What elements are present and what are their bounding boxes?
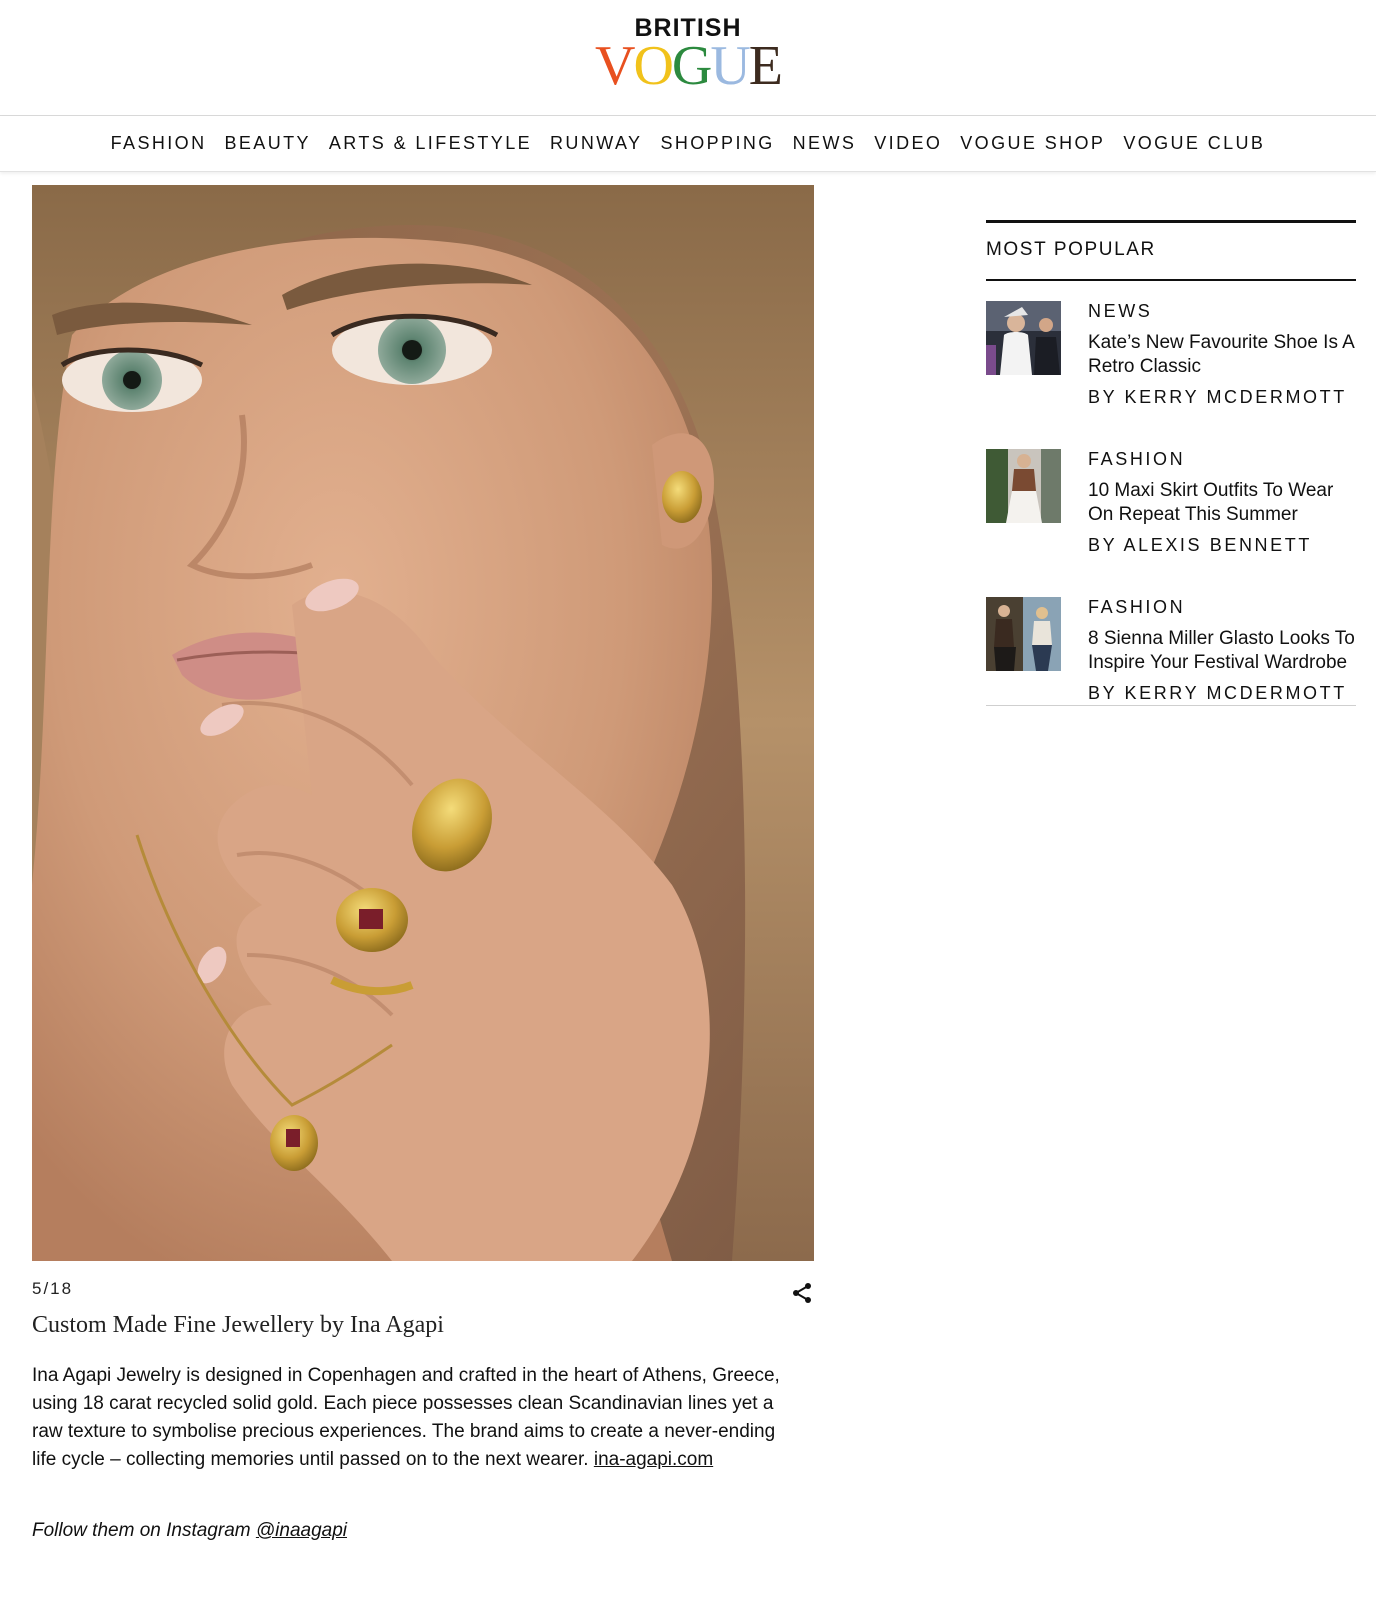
gallery-photo-illustration (32, 185, 814, 1261)
nav-item-video[interactable]: VIDEO (874, 133, 942, 154)
nav-item-shopping[interactable]: SHOPPING (660, 133, 774, 154)
logo-letter-v: V (594, 35, 635, 97)
story-category[interactable]: NEWS (1088, 301, 1152, 322)
popular-story[interactable]: FASHION 10 Maxi Skirt Outfits To Wear On… (986, 429, 1356, 577)
story-category[interactable]: FASHION (1088, 449, 1185, 470)
nav-item-fashion[interactable]: FASHION (111, 133, 207, 154)
popular-story[interactable]: NEWS Kate’s New Favourite Shoe Is A Retr… (986, 281, 1356, 429)
most-popular-heading: MOST POPULAR (986, 239, 1156, 260)
instagram-handle-link[interactable]: @inaagapi (256, 1520, 347, 1541)
story-author[interactable]: BY KERRY MCDERMOTT (1088, 683, 1347, 704)
gallery-caption-title: Custom Made Fine Jewellery by Ina Agapi (32, 1312, 444, 1338)
logo-letter-g: G (671, 35, 712, 97)
logo-letter-u: U (710, 35, 750, 97)
logo-letter-o: O (633, 35, 673, 97)
instagram-follow: Follow them on Instagram @inaagapi (32, 1520, 347, 1542)
share-icon[interactable] (790, 1281, 814, 1305)
most-popular-sidebar: MOST POPULAR NEWS Kate’s New Favourite S… (986, 220, 1356, 706)
site-header: BRITISH VOGUE (0, 0, 1376, 116)
story-title[interactable]: 10 Maxi Skirt Outfits To Wear On Repeat … (1088, 479, 1356, 527)
logo-letter-e: E (748, 35, 783, 97)
story-category[interactable]: FASHION (1088, 597, 1185, 618)
nav-item-vogue-club[interactable]: VOGUE CLUB (1123, 133, 1265, 154)
story-author[interactable]: BY ALEXIS BENNETT (1088, 535, 1312, 556)
story-title[interactable]: 8 Sienna Miller Glasto Looks To Inspire … (1088, 627, 1356, 675)
nav-item-news[interactable]: NEWS (793, 133, 857, 154)
story-thumbnail[interactable] (986, 449, 1061, 523)
story-title[interactable]: Kate’s New Favourite Shoe Is A Retro Cla… (1088, 331, 1356, 379)
nav-item-beauty[interactable]: BEAUTY (224, 133, 310, 154)
story-thumbnail[interactable] (986, 597, 1061, 671)
logo-vogue[interactable]: VOGUE (0, 36, 1376, 96)
brand-website-link[interactable]: ina-agapi.com (594, 1449, 713, 1470)
story-thumbnail[interactable] (986, 301, 1061, 375)
gallery-image[interactable] (32, 185, 814, 1261)
popular-story[interactable]: FASHION 8 Sienna Miller Glasto Looks To … (986, 577, 1356, 725)
nav-item-vogue-shop[interactable]: VOGUE SHOP (960, 133, 1105, 154)
main-nav: FASHION BEAUTY ARTS & LIFESTYLE RUNWAY S… (0, 116, 1376, 172)
gallery-counter: 5/18 (32, 1279, 74, 1298)
gallery-caption-body: Ina Agapi Jewelry is designed in Copenha… (32, 1362, 792, 1474)
nav-item-runway[interactable]: RUNWAY (550, 133, 642, 154)
story-author[interactable]: BY KERRY MCDERMOTT (1088, 387, 1347, 408)
instagram-follow-text: Follow them on Instagram (32, 1520, 256, 1541)
nav-item-arts-lifestyle[interactable]: ARTS & LIFESTYLE (329, 133, 532, 154)
